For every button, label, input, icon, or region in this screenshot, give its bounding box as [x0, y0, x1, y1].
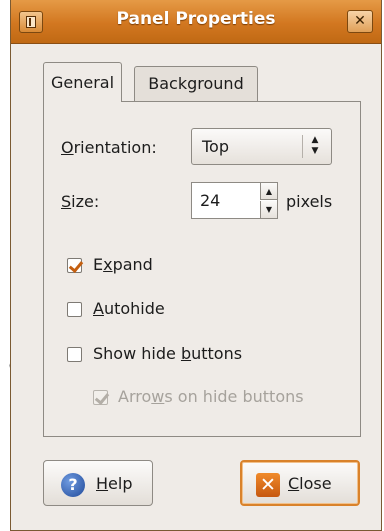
autohide-checkbox[interactable] — [67, 302, 82, 317]
up-down-arrows-icon: ▲▼ — [311, 135, 319, 156]
size-label: Size: — [61, 192, 100, 211]
title-bar[interactable]: Panel Properties ✕ — [11, 0, 381, 44]
close-button[interactable]: ✕ Close — [240, 460, 360, 506]
spin-up-icon[interactable]: ▲ — [260, 183, 277, 200]
show-hide-buttons-checkbox[interactable] — [67, 347, 82, 362]
tab-background[interactable]: Background — [134, 66, 258, 102]
help-button-label: Help — [96, 474, 133, 493]
size-unit-label: pixels — [286, 192, 333, 211]
expand-label[interactable]: Expand — [93, 255, 153, 274]
orientation-select[interactable]: Top ▲▼ — [191, 128, 332, 165]
tab-general[interactable]: General — [43, 62, 123, 102]
show-hide-buttons-label[interactable]: Show hide buttons — [93, 344, 242, 363]
orientation-value: Top — [202, 137, 229, 156]
combo-separator — [302, 135, 303, 158]
orientation-label: Orientation: — [61, 138, 157, 157]
spin-down-icon[interactable]: ▼ — [260, 201, 277, 218]
window-title: Panel Properties — [116, 9, 276, 29]
panel-properties-dialog: Panel Properties ✕ General Background Or… — [10, 0, 382, 531]
size-spinbutton[interactable]: 24 ▲ ▼ — [191, 182, 278, 219]
autohide-label[interactable]: Autohide — [93, 299, 165, 318]
expand-checkbox[interactable] — [67, 258, 82, 273]
close-icon: ✕ — [256, 473, 280, 497]
close-button-label: Close — [288, 474, 332, 493]
arrows-on-hide-buttons-label[interactable]: Arrows on hide buttons — [118, 387, 304, 406]
titlebar-close-button[interactable]: ✕ — [347, 10, 373, 33]
help-icon: ? — [61, 473, 85, 497]
size-value[interactable]: 24 — [200, 191, 220, 210]
help-button[interactable]: ? Help — [43, 460, 153, 506]
arrows-on-hide-buttons-checkbox[interactable] — [93, 390, 108, 405]
